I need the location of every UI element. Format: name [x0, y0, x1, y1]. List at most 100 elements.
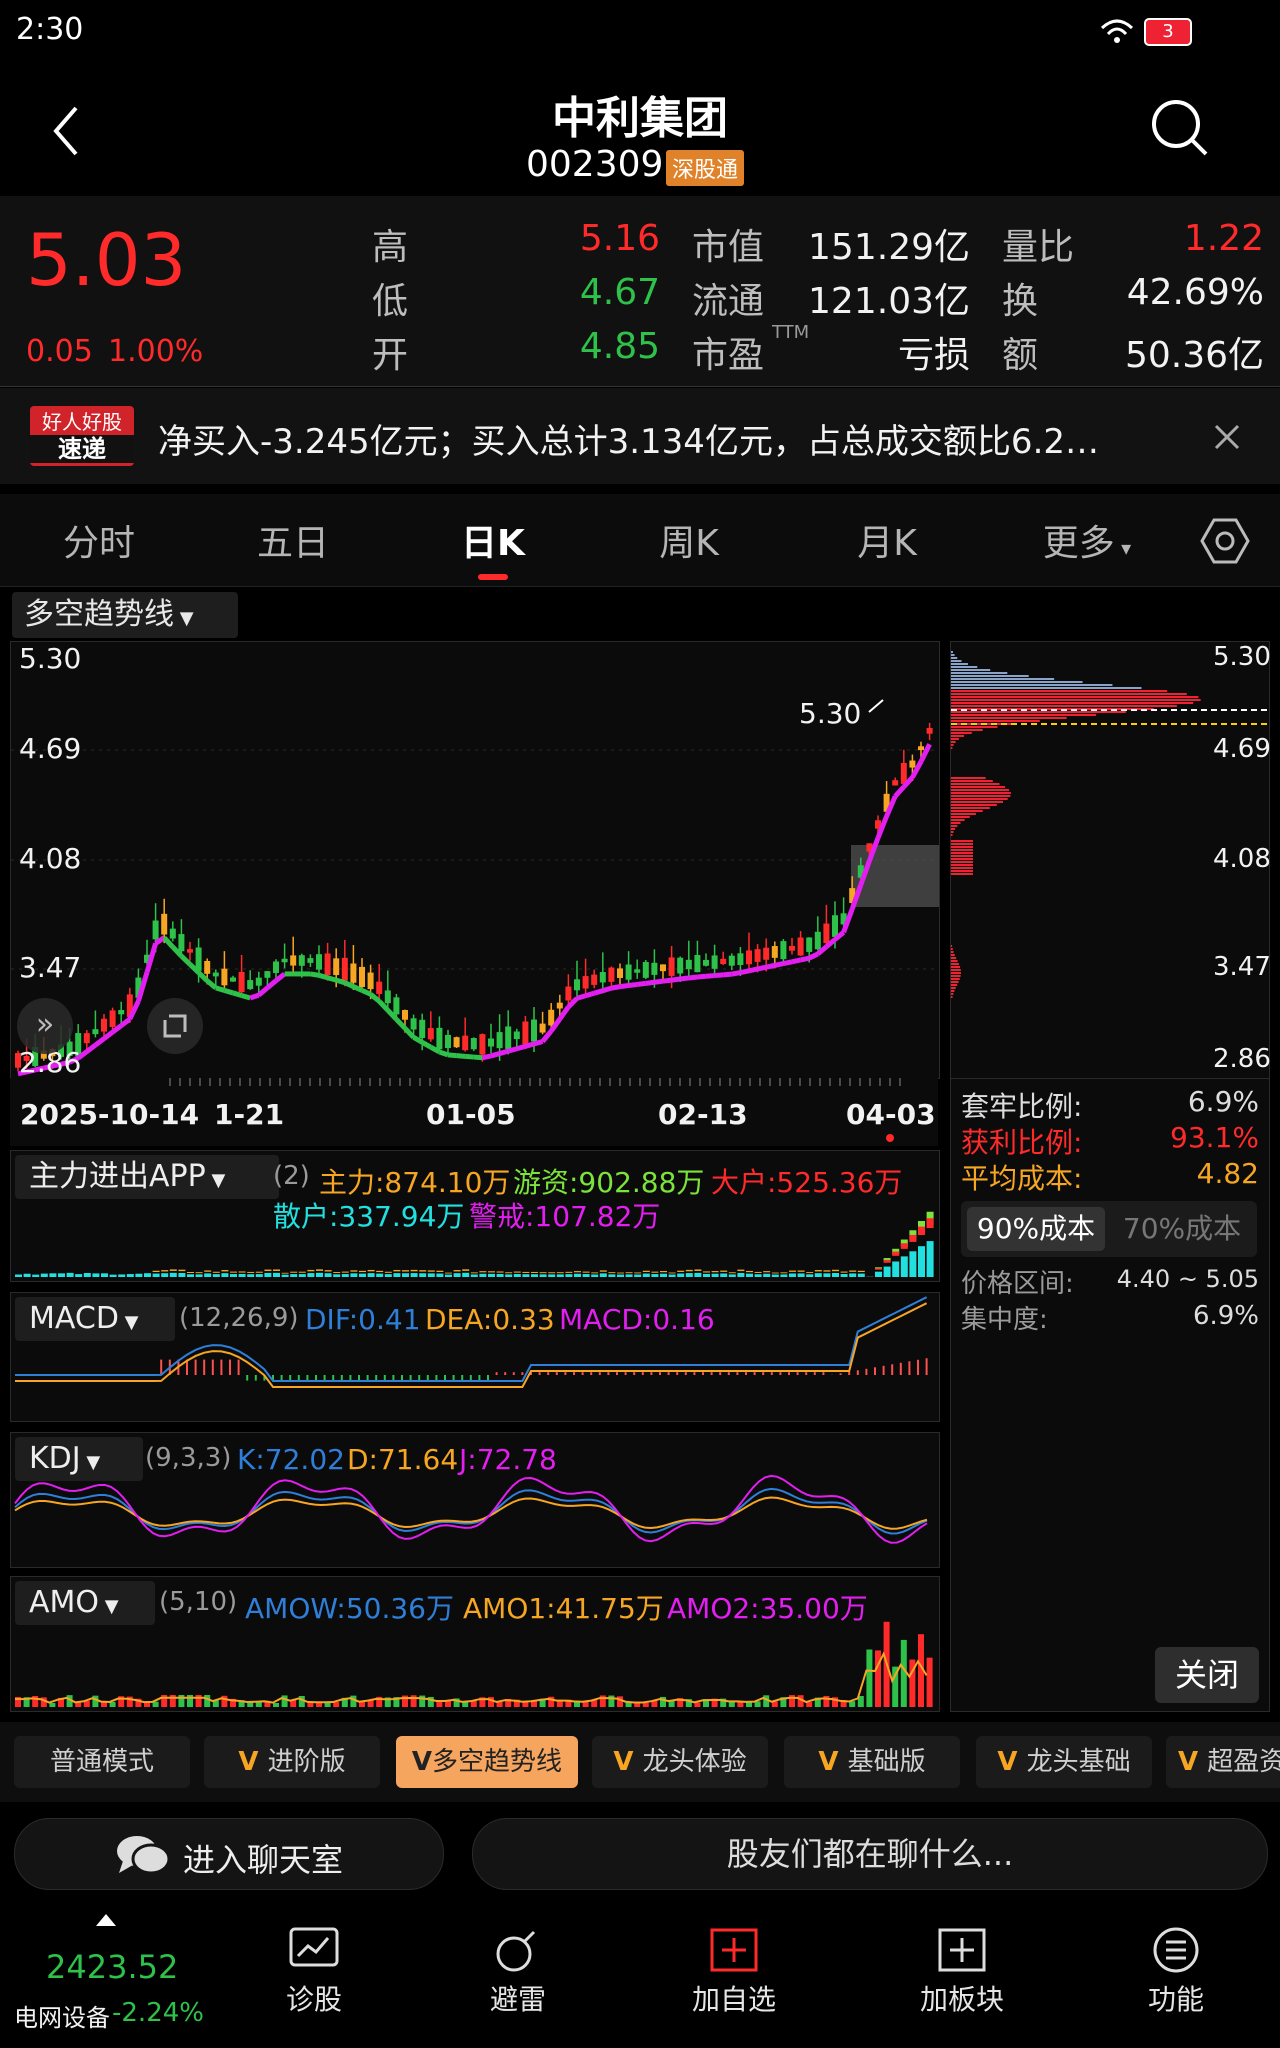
close-icon[interactable]: [1212, 422, 1242, 452]
tab-intraday[interactable]: 分时: [4, 514, 194, 566]
mode-super[interactable]: V 超盈资: [1166, 1736, 1280, 1788]
caret-up-icon[interactable]: [96, 1914, 116, 1926]
dist-axis-min: 2.86: [1213, 1044, 1271, 1074]
retail-bar: [677, 1273, 685, 1277]
retail-bar: [737, 1272, 745, 1277]
mode-super-label: 超盈资: [1207, 1747, 1280, 1777]
amo-bar: [92, 1695, 99, 1707]
trend-segment: [679, 975, 690, 982]
trend-segment: [85, 1043, 97, 1054]
retail-bar: [453, 1273, 461, 1277]
force-bar: [832, 1269, 839, 1272]
mode-basic[interactable]: V 基础版: [784, 1736, 960, 1788]
chat-prompt-input[interactable]: 股友们都在聊什么...: [472, 1818, 1268, 1890]
retail-bar: [212, 1274, 220, 1277]
trend-segment: [662, 977, 672, 984]
force-bar: [307, 1269, 315, 1272]
tab-week-k[interactable]: 周K: [594, 514, 784, 566]
bars-group: [15, 1211, 934, 1277]
tab-five-day[interactable]: 五日: [198, 514, 388, 566]
retail-bar: [427, 1273, 435, 1277]
expand-left-icon[interactable]: »: [17, 998, 73, 1054]
trend-segment: [343, 980, 355, 989]
high-label: 高: [372, 227, 409, 268]
mode-leader-basic[interactable]: V 龙头基础: [976, 1736, 1152, 1788]
date-ticks: [169, 1078, 901, 1086]
candle-body: [402, 1010, 408, 1020]
retail-bar: [118, 1274, 126, 1277]
search-icon[interactable]: [1148, 96, 1212, 160]
axis-price-2: 4.69: [19, 732, 82, 765]
candle-body: [488, 1038, 494, 1047]
nav-functions[interactable]: 功能: [1106, 1926, 1246, 2018]
candle-body: [255, 977, 262, 986]
main-force-bars: [15, 1211, 934, 1277]
force-bar: [324, 1270, 332, 1272]
trend-segment: [705, 973, 715, 979]
kline-chart[interactable]: 5.30 4.69 4.08 3.47 2.86 5.30 »: [10, 641, 940, 1079]
candle-body: [384, 990, 391, 1004]
cost90-button[interactable]: 90%成本: [967, 1207, 1105, 1251]
trapped-label: 套牢比例:: [961, 1090, 1083, 1123]
retail-bar: [367, 1273, 375, 1277]
force-bar: [419, 1270, 427, 1272]
candle-body: [926, 727, 933, 734]
cost70-button[interactable]: 70%成本: [1113, 1207, 1251, 1251]
candle-body: [83, 1033, 90, 1044]
tab-day-k[interactable]: 日K: [398, 514, 588, 566]
candle-body: [685, 959, 692, 970]
mcap-label: 市值: [692, 227, 765, 268]
retail-bar: [49, 1273, 57, 1277]
trend-segment: [162, 935, 175, 949]
mode-normal[interactable]: 普通模式: [14, 1736, 190, 1788]
force-bar: [462, 1269, 470, 1271]
force-bar: [384, 1271, 392, 1273]
amo-bars: [15, 1621, 933, 1707]
mcap-value: 151.29亿: [808, 227, 970, 268]
mode-trend[interactable]: V多空趋势线: [396, 1736, 578, 1788]
current-date-dot: [886, 1134, 894, 1142]
fullscreen-icon[interactable]: [147, 998, 203, 1054]
nav-avoid[interactable]: 避雷: [448, 1926, 588, 2018]
pe-value: 亏损: [897, 335, 970, 376]
candle-body: [625, 964, 632, 980]
mode-advanced[interactable]: V 进阶版: [204, 1736, 380, 1788]
retail-bar: [857, 1273, 865, 1277]
mode-leader-trial[interactable]: V 龙头体验: [592, 1736, 768, 1788]
nav-add-watch[interactable]: 加自选: [664, 1926, 804, 2018]
retail-bar: [763, 1273, 771, 1277]
open-label: 开: [372, 335, 409, 376]
nav-diagnose[interactable]: 诊股: [244, 1926, 384, 2018]
retail-bar: [324, 1273, 332, 1277]
candle-body: [806, 937, 813, 952]
retail-bar: [651, 1274, 659, 1277]
retail-bar: [565, 1274, 573, 1277]
profit-value: 93.1%: [1170, 1121, 1259, 1154]
candle-body: [470, 1038, 477, 1050]
trend-indicator-select[interactable]: 多空趋势线 ▼: [12, 592, 238, 638]
candle-body: [118, 1010, 125, 1015]
tab-more[interactable]: 更多 ▾: [992, 514, 1182, 566]
tab-month-k[interactable]: 月K: [792, 514, 982, 566]
retail-bar: [840, 1274, 848, 1277]
amo-svg: [14, 1621, 933, 1707]
retail-bar: [40, 1273, 48, 1277]
retail-bar: [187, 1274, 194, 1277]
close-button[interactable]: 关闭: [1155, 1647, 1259, 1703]
force-bar: [470, 1272, 478, 1274]
settings-icon[interactable]: [1200, 516, 1250, 566]
dist-axis-max: 5.30: [1213, 642, 1271, 672]
main-force-panel: 主力进出APP ▼ (2) 主力:874.10万 游资:902.88万 大户:5…: [10, 1150, 940, 1282]
axis-price-max: 5.30: [19, 642, 82, 675]
trend-segment: [249, 992, 260, 1001]
force-bar: [780, 1272, 788, 1274]
candle-body: [832, 915, 838, 937]
float-label: 流通: [692, 281, 765, 322]
news-ticker[interactable]: 好人好股 速递 净买入-3.245亿元；买入总计3.134亿元，占总成交额比6.…: [0, 388, 1280, 484]
enter-chat-button[interactable]: 进入聊天室: [14, 1818, 444, 1890]
retail-bar: [754, 1274, 762, 1277]
force-bar: [703, 1271, 710, 1273]
force-bar: [436, 1270, 444, 1272]
nav-add-sector[interactable]: 加板块: [892, 1926, 1032, 2018]
retail-bar: [15, 1274, 22, 1277]
